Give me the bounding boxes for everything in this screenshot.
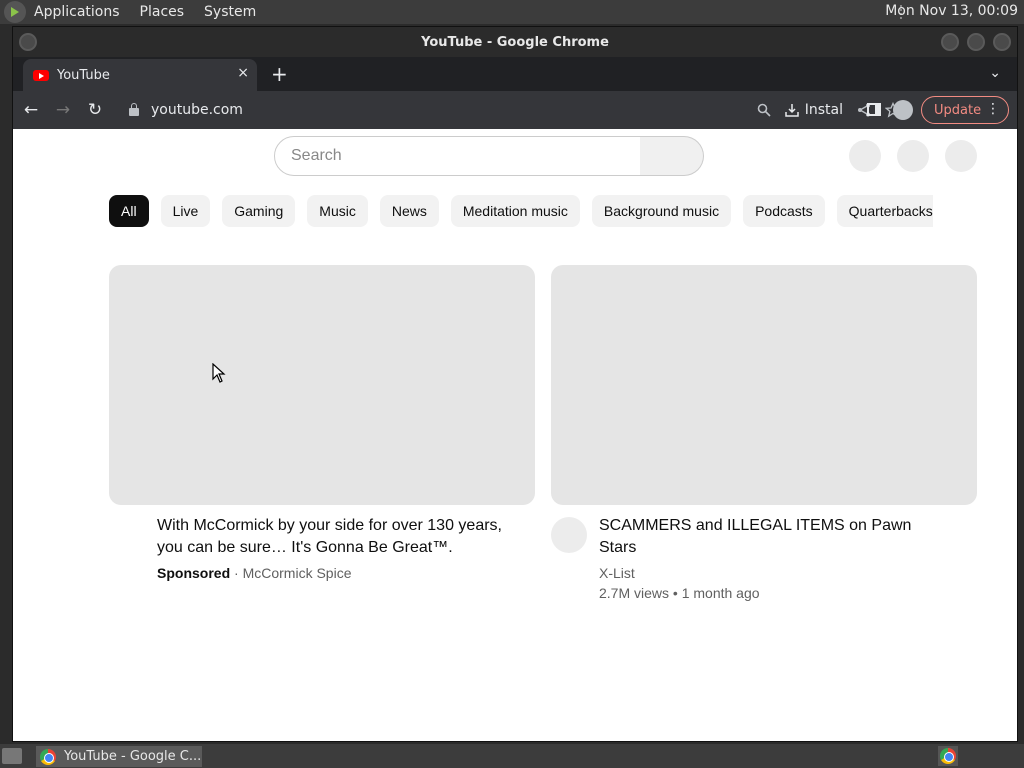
show-desktop-icon[interactable] — [2, 748, 22, 764]
tab-strip: YouTube × + ⌄ — [13, 57, 1017, 91]
video-title-1[interactable]: With McCormick by your side for over 130… — [157, 515, 527, 559]
taskbar-chrome-window[interactable]: YouTube - Google C... — [36, 746, 202, 767]
menu-applications[interactable]: Applications — [34, 4, 120, 20]
search-button[interactable] — [640, 136, 704, 176]
create-icon-placeholder[interactable] — [849, 140, 881, 172]
url-text[interactable]: youtube.com — [151, 102, 243, 118]
window-menu-button[interactable] — [19, 33, 37, 51]
search-placeholder: Search — [291, 147, 342, 164]
channel-name-1[interactable]: McCormick Spice — [243, 565, 352, 581]
chip-quarterbacks[interactable]: Quarterbacks — [836, 195, 933, 227]
side-panel-icon[interactable] — [867, 103, 881, 116]
chip-meditation-music[interactable]: Meditation music — [450, 195, 580, 227]
video-title-2[interactable]: SCAMMERS and ILLEGAL ITEMS on Pawn Stars — [599, 515, 939, 559]
update-label: Update — [934, 102, 982, 118]
channel-avatar-2[interactable] — [551, 517, 587, 553]
tab-search-button[interactable]: ⌄ — [989, 65, 1001, 81]
reload-button[interactable]: ↻ — [81, 96, 109, 124]
desktop-top-panel: Applications Places System Mon Nov 13, 0… — [0, 0, 1024, 24]
install-icon — [784, 104, 799, 117]
desktop-taskbar: YouTube - Google C... — [0, 744, 1024, 768]
meta-dot: · — [234, 565, 239, 581]
back-button[interactable]: ← — [17, 96, 45, 124]
notifications-icon-placeholder[interactable] — [897, 140, 929, 172]
youtube-search-input[interactable]: Search — [274, 136, 641, 176]
youtube-favicon-icon — [33, 69, 49, 81]
video-thumbnail-2[interactable] — [551, 265, 977, 505]
minimize-button[interactable] — [941, 33, 959, 51]
browser-toolbar: ← → ↻ youtube.com Instal Update ⋮ — [13, 91, 1017, 129]
zoom-search-icon[interactable] — [757, 103, 771, 117]
tab-youtube[interactable]: YouTube × — [23, 59, 257, 91]
chip-podcasts[interactable]: Podcasts — [743, 195, 825, 227]
taskbar-window-label: YouTube - Google C... — [64, 749, 202, 764]
distro-logo-icon[interactable] — [4, 1, 26, 23]
install-label: Instal — [804, 102, 843, 118]
close-window-button[interactable] — [993, 33, 1011, 51]
tab-title: YouTube — [57, 67, 110, 83]
chip-background-music[interactable]: Background music — [591, 195, 732, 227]
sponsored-label: Sponsored — [157, 565, 231, 581]
video-thumbnail-1[interactable] — [109, 265, 535, 505]
filter-chips: All Live Gaming Music News Meditation mu… — [109, 195, 933, 229]
install-app-button[interactable]: Instal — [784, 102, 843, 118]
lock-icon[interactable] — [129, 103, 139, 116]
youtube-page: Search All Live Gaming Music News Medita… — [13, 129, 1017, 741]
maximize-button[interactable] — [967, 33, 985, 51]
window-titlebar[interactable]: YouTube - Google Chrome — [13, 27, 1017, 57]
profile-avatar-icon[interactable] — [893, 100, 913, 120]
channel-name-2[interactable]: X-List — [599, 565, 635, 581]
tab-close-icon[interactable]: × — [237, 65, 249, 81]
chip-news[interactable]: News — [379, 195, 439, 227]
forward-button[interactable]: → — [49, 96, 77, 124]
video-stats-2: 2.7M views • 1 month ago — [599, 585, 760, 601]
chrome-menu-icon[interactable]: ⋮ — [986, 101, 1000, 117]
tray-chrome[interactable] — [938, 746, 958, 766]
chrome-window: YouTube - Google Chrome YouTube × + ⌄ ← … — [12, 26, 1018, 742]
video-meta-1: Sponsored · McCormick Spice — [157, 565, 351, 581]
chip-gaming[interactable]: Gaming — [222, 195, 296, 227]
menu-system[interactable]: System — [204, 4, 256, 20]
chrome-icon — [40, 748, 56, 765]
new-tab-button[interactable]: + — [271, 62, 288, 86]
menu-places[interactable]: Places — [140, 4, 185, 20]
chip-music[interactable]: Music — [307, 195, 368, 227]
tray-chrome-icon — [940, 748, 956, 764]
address-bar[interactable]: youtube.com Instal — [121, 96, 921, 124]
update-button[interactable]: Update ⋮ — [921, 96, 1009, 124]
chip-live[interactable]: Live — [160, 195, 211, 227]
chip-all[interactable]: All — [109, 195, 149, 227]
clock[interactable]: Mon Nov 13, 00:09 — [885, 3, 1018, 19]
window-title: YouTube - Google Chrome — [421, 34, 609, 50]
account-avatar-placeholder[interactable] — [945, 140, 977, 172]
